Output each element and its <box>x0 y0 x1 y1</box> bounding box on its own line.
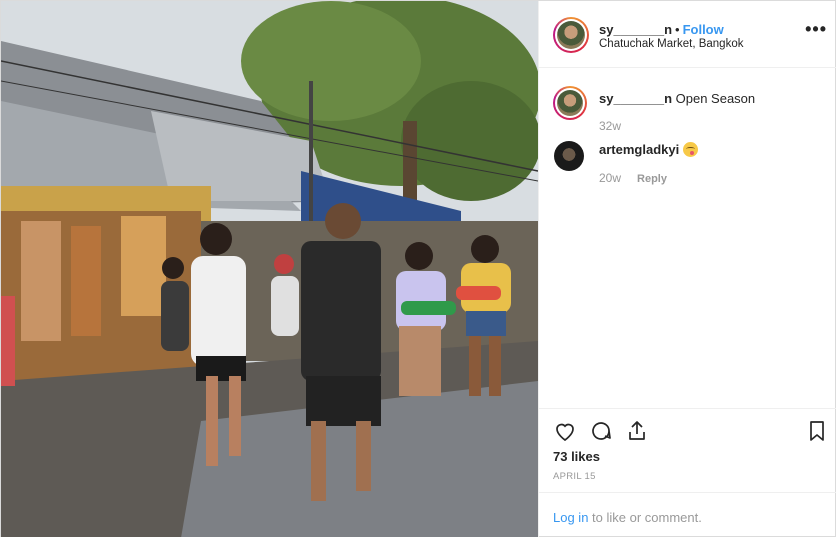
post-actions: 73 likes APRIL 15 <box>539 408 836 492</box>
commenter-avatar[interactable] <box>554 141 584 171</box>
comment-text-line: artemgladkyi <box>599 142 699 157</box>
more-icon[interactable]: ••• <box>805 20 827 38</box>
author-line: sy_______n • Follow <box>599 22 724 37</box>
author-avatar[interactable] <box>553 17 589 53</box>
commenter-username[interactable]: artemgladkyi <box>599 142 679 157</box>
bookmark-icon[interactable] <box>805 419 829 443</box>
caption-text: Open Season <box>675 91 756 106</box>
caption-avatar[interactable] <box>553 86 587 120</box>
share-icon[interactable] <box>625 419 649 443</box>
caption-time[interactable]: 32w <box>599 119 621 133</box>
post-date[interactable]: APRIL 15 <box>553 471 596 482</box>
author-username[interactable]: sy_______n <box>599 22 672 37</box>
winking-tongue-emoji-icon <box>683 142 699 157</box>
post-header: sy_______n • Follow Chatuchak Market, Bang… <box>539 1 836 68</box>
post-location[interactable]: Chatuchak Market, Bangkok <box>599 38 743 50</box>
separator-dot: • <box>675 22 680 37</box>
post-photo[interactable] <box>1 1 538 537</box>
login-prompt: Log in to like or comment. <box>553 510 702 525</box>
avatar-image <box>557 90 583 116</box>
avatar-image <box>557 21 585 49</box>
market-scene-image <box>1 1 538 537</box>
comment-time[interactable]: 20w <box>599 171 621 185</box>
comments-list: sy_______n Open Season 32w artemgladkyi … <box>539 68 836 408</box>
follow-button[interactable]: Follow <box>683 22 724 37</box>
instagram-post: sy_______n • Follow Chatuchak Market, Bang… <box>0 0 836 537</box>
caption-username[interactable]: sy_______n <box>599 91 672 106</box>
login-link[interactable]: Log in <box>553 510 588 525</box>
post-sidebar: sy_______n • Follow Chatuchak Market, Bang… <box>538 1 836 537</box>
comment-icon[interactable] <box>589 419 613 443</box>
login-suffix: to like or comment. <box>588 510 702 525</box>
caption-text-line: sy_______n Open Season <box>599 91 755 106</box>
heart-icon[interactable] <box>553 419 577 443</box>
comment-meta: 20w Reply <box>599 171 667 185</box>
reply-button[interactable]: Reply <box>637 173 667 185</box>
likes-count[interactable]: 73 likes <box>553 449 600 464</box>
add-comment-bar: Log in to like or comment. <box>539 492 836 537</box>
